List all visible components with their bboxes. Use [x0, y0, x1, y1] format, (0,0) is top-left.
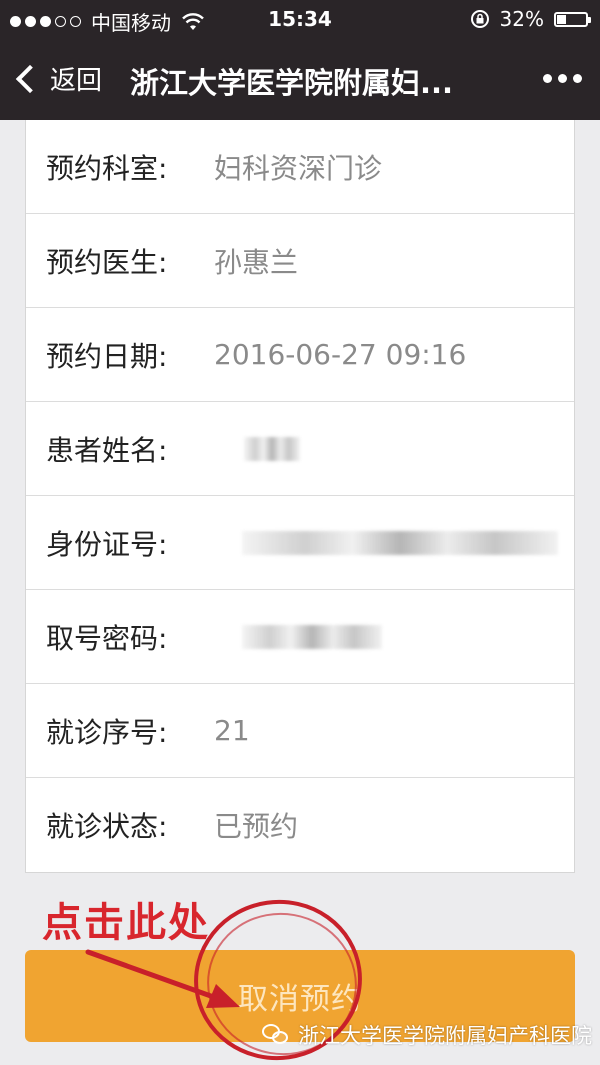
- row-label: 预约日期:: [46, 339, 168, 373]
- back-label: 返回: [50, 66, 103, 96]
- row-label: 就诊序号:: [46, 715, 168, 749]
- info-row-pickup-code: 取号密码:: [26, 590, 574, 684]
- page-title: 浙江大学医学院附属妇...: [130, 66, 454, 100]
- more-options-button[interactable]: [543, 74, 582, 83]
- wechat-watermark: 浙江大学医学院附属妇产科医院: [262, 1020, 592, 1050]
- info-row-queue-number: 就诊序号: 21: [26, 684, 574, 778]
- wechat-icon: [262, 1024, 290, 1046]
- battery-percent: 32%: [499, 7, 544, 31]
- back-button[interactable]: 返回: [14, 60, 102, 97]
- redacted-value: [244, 436, 300, 461]
- row-label: 预约科室:: [46, 151, 168, 185]
- row-label: 身份证号:: [46, 527, 168, 561]
- more-dot-icon: [543, 74, 552, 83]
- row-value: 妇科资深门诊: [214, 151, 383, 185]
- row-label: 预约医生:: [46, 245, 168, 279]
- appointment-info-card: 预约科室: 妇科资深门诊 预约医生: 孙惠兰 预约日期: 2016-06-27 …: [25, 120, 575, 873]
- info-row-date: 预约日期: 2016-06-27 09:16: [26, 308, 574, 402]
- chevron-left-icon: [15, 64, 45, 93]
- info-row-status: 就诊状态: 已预约: [26, 778, 574, 872]
- status-right: 32%: [470, 7, 591, 31]
- watermark-text: 浙江大学医学院附属妇产科医院: [298, 1024, 592, 1048]
- row-value: 21: [214, 714, 250, 747]
- row-value: 孙惠兰: [214, 245, 299, 279]
- info-row-department: 预约科室: 妇科资深门诊: [26, 120, 574, 214]
- info-row-patient-name: 患者姓名:: [26, 402, 574, 496]
- redacted-value: [242, 530, 558, 555]
- top-bar: 中国移动 15:34 32% 返回 浙江大学医学院附属妇...: [0, 0, 600, 120]
- battery-icon: [554, 11, 591, 27]
- redacted-value: [242, 624, 382, 649]
- rotation-lock-icon: [470, 10, 489, 28]
- more-dot-icon: [573, 74, 582, 83]
- row-value: 2016-06-27 09:16: [214, 338, 467, 371]
- more-dot-icon: [558, 74, 567, 83]
- row-label: 就诊状态:: [46, 810, 168, 843]
- row-label: 患者姓名:: [46, 433, 168, 467]
- annotation-text: 点击此处: [42, 900, 210, 946]
- row-label: 取号密码:: [46, 621, 168, 655]
- status-bar: 中国移动 15:34 32%: [0, 0, 600, 40]
- row-value: 已预约: [214, 810, 299, 843]
- nav-bar: 返回 浙江大学医学院附属妇...: [0, 40, 600, 120]
- info-row-id-number: 身份证号:: [26, 496, 574, 590]
- info-row-doctor: 预约医生: 孙惠兰: [26, 214, 574, 308]
